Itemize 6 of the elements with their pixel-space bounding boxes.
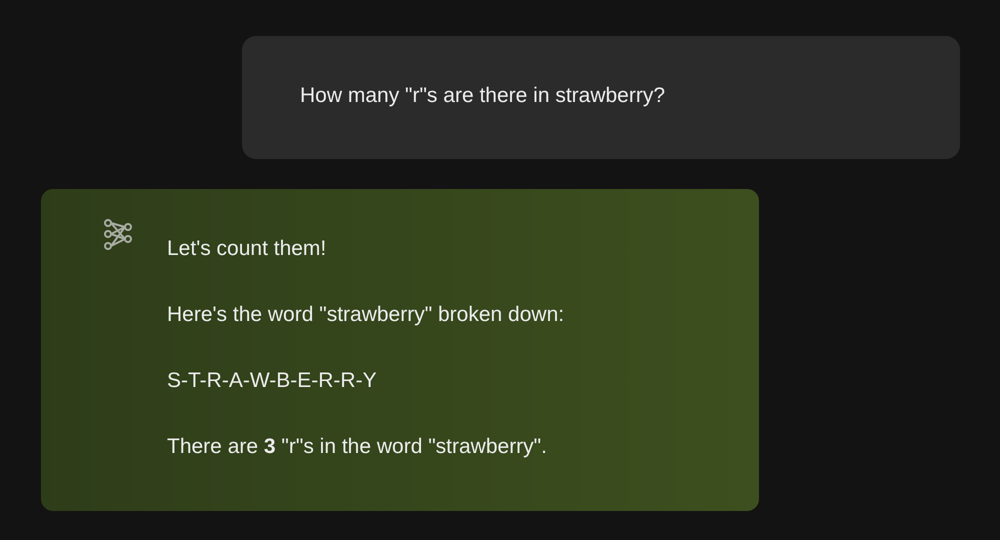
message-text: How many "r"s are there in strawberry? (300, 82, 666, 109)
message-text: S-T-R-A-W-B-E-R-R-Y (167, 368, 377, 394)
network-icon (103, 219, 133, 251)
message-text: Let's count them! (167, 236, 326, 262)
message-text: Here's the word "strawberry" broken down: (167, 302, 564, 328)
message-text: There are 3 "r"s in the word "strawberry". (167, 434, 547, 460)
